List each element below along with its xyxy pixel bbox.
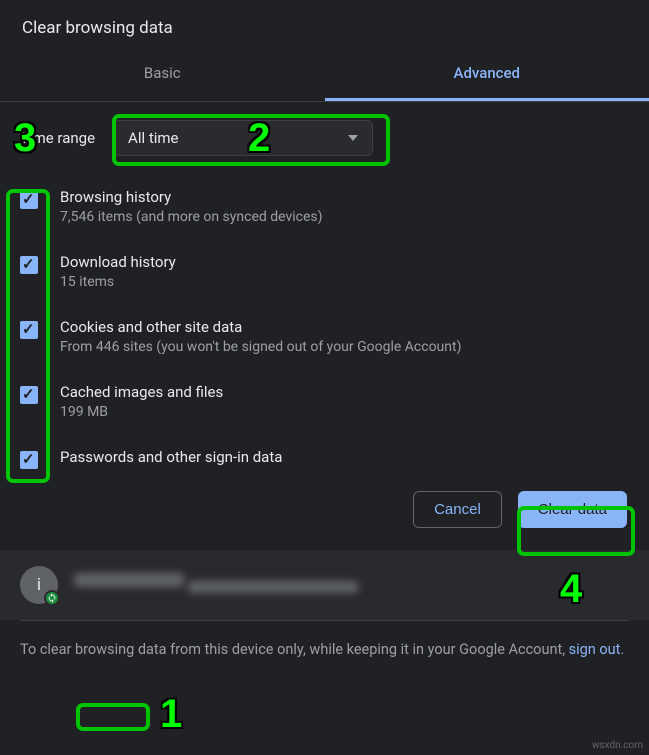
tabs: Basic Advanced [0, 50, 649, 102]
tab-basic[interactable]: Basic [0, 50, 325, 101]
option-title: Passwords and other sign-in data [60, 448, 282, 466]
footer-post: . [620, 641, 624, 658]
sync-icon [44, 590, 60, 606]
account-section: i [0, 550, 649, 620]
account-email-redacted [188, 581, 358, 593]
footer-pre: To clear browsing data from this device … [20, 641, 569, 658]
avatar-initial: i [37, 575, 41, 595]
option-title: Download history [60, 253, 176, 271]
watermark: wsxdn.com [592, 740, 643, 751]
option-title: Browsing history [60, 188, 323, 206]
option-subtitle: 7,546 items (and more on synced devices) [60, 209, 323, 225]
option-download-history[interactable]: Download history 15 items [20, 243, 629, 308]
dialog-title: Clear browsing data [0, 0, 649, 50]
checkbox-download-history[interactable] [20, 256, 38, 274]
annotation-number-1: 1 [160, 692, 182, 737]
option-cache[interactable]: Cached images and files 199 MB [20, 373, 629, 438]
avatar: i [20, 566, 58, 604]
annotation-box-1 [76, 703, 150, 731]
sign-out-link[interactable]: sign out [569, 641, 621, 658]
option-subtitle: 15 items [60, 274, 176, 290]
checkbox-browsing-history[interactable] [20, 191, 38, 209]
clear-data-button[interactable]: Clear data [518, 491, 627, 528]
time-range-value: All time [128, 129, 178, 147]
option-passwords[interactable]: Passwords and other sign-in data [20, 438, 629, 473]
tab-advanced[interactable]: Advanced [325, 50, 649, 101]
cancel-button[interactable]: Cancel [413, 491, 502, 528]
option-cookies[interactable]: Cookies and other site data From 446 sit… [20, 308, 629, 373]
chevron-down-icon [348, 135, 358, 141]
time-range-label: Time range [20, 129, 95, 147]
footer-text: To clear browsing data from this device … [0, 621, 649, 679]
options-list: Browsing history 7,546 items (and more o… [20, 178, 629, 473]
time-range-dropdown[interactable]: All time [113, 120, 373, 156]
checkbox-passwords[interactable] [20, 451, 38, 469]
checkbox-cache[interactable] [20, 386, 38, 404]
checkbox-cookies[interactable] [20, 321, 38, 339]
option-title: Cached images and files [60, 383, 223, 401]
option-subtitle: 199 MB [60, 404, 223, 420]
option-subtitle: From 446 sites (you won't be signed out … [60, 339, 461, 355]
option-title: Cookies and other site data [60, 318, 461, 336]
account-name-redacted [74, 573, 184, 587]
option-browsing-history[interactable]: Browsing history 7,546 items (and more o… [20, 178, 629, 243]
